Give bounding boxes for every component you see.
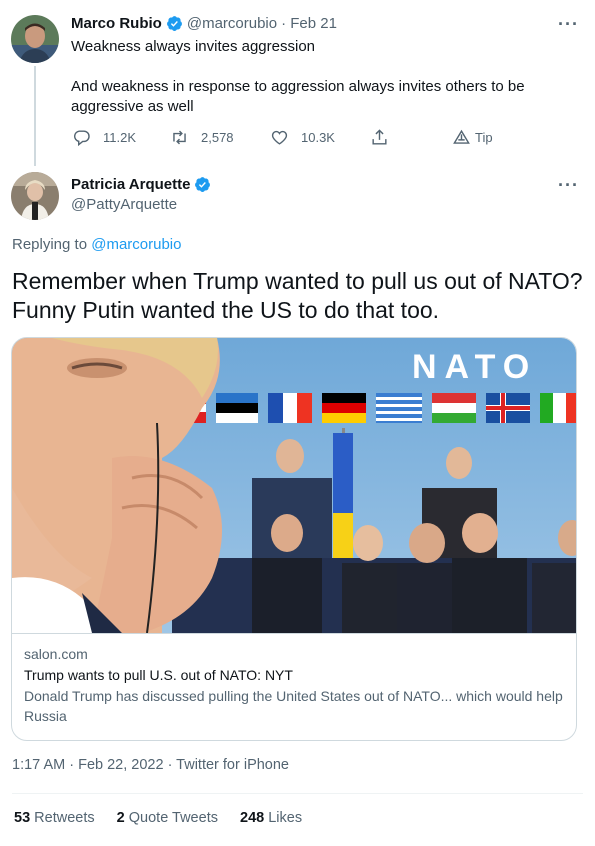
main-author-handle-row: @PattyArquette (71, 196, 177, 213)
thread-connector-line (34, 66, 36, 166)
tip-icon (453, 129, 470, 144)
divider (12, 793, 583, 794)
link-card[interactable]: NATO salon.com Trump wants to pull U.S. … (11, 337, 577, 741)
like-icon (271, 130, 288, 145)
parent-tweet-header: Marco Rubio @marcorubio · Feb 21 (71, 15, 337, 32)
parent-author-handle[interactable]: @marcorubio (187, 15, 277, 32)
like-button[interactable]: 10.3K (270, 128, 335, 147)
main-more-icon[interactable]: ··· (558, 175, 579, 196)
avatar-patricia-arquette[interactable] (11, 172, 59, 220)
replying-mention-link[interactable]: @marcorubio (91, 236, 181, 253)
tip-label: Tip (475, 130, 493, 145)
main-author-name[interactable]: Patricia Arquette (71, 176, 190, 193)
tweet-timestamp[interactable]: 1:17 AM · Feb 22, 2022 · Twitter for iPh… (12, 757, 289, 773)
reply-icon (73, 130, 90, 147)
link-card-meta[interactable]: salon.com Trump wants to pull U.S. out o… (12, 633, 576, 740)
tip-button[interactable]: Tip (452, 128, 493, 147)
replying-prefix: Replying to (12, 236, 88, 253)
parent-tweet-actions: 11.2K 2,578 10.3K Tip (70, 128, 510, 150)
replying-to: Replying to @marcorubio (12, 236, 181, 253)
retweet-icon (173, 130, 186, 145)
likes-stat[interactable]: 248 Likes (240, 810, 302, 826)
main-author-handle[interactable]: @PattyArquette (71, 196, 177, 213)
share-button[interactable] (370, 128, 401, 147)
parent-tweet-text: Weakness always invites aggression And w… (71, 38, 525, 115)
retweet-button[interactable]: 2,578 (170, 128, 234, 147)
main-tweet-text: Remember when Trump wanted to pull us ou… (12, 268, 583, 323)
parent-tweet-date[interactable]: · Feb 21 (281, 15, 337, 32)
quote-tweets-stat[interactable]: 2 Quote Tweets (117, 810, 218, 826)
avatar-marco-rubio[interactable] (11, 15, 59, 63)
link-card-image[interactable]: NATO (12, 338, 576, 633)
parent-author-name[interactable]: Marco Rubio (71, 15, 162, 32)
card-image-banner-text: NATO (412, 348, 537, 386)
retweets-stat[interactable]: 53 Retweets (14, 810, 95, 826)
main-tweet-header: Patricia Arquette (71, 176, 211, 193)
verified-badge-icon (195, 177, 211, 192)
parent-more-icon[interactable]: ··· (558, 14, 579, 35)
card-domain: salon.com (24, 646, 88, 662)
card-description: Donald Trump has discussed pulling the U… (24, 688, 563, 724)
card-title: Trump wants to pull U.S. out of NATO: NY… (24, 667, 293, 683)
retweet-count: 2,578 (201, 130, 234, 145)
reply-button[interactable]: 11.2K (72, 128, 136, 147)
tweet-stats: 53 Retweets 2 Quote Tweets 248 Likes (14, 810, 320, 826)
reply-count: 11.2K (103, 130, 137, 145)
verified-badge-icon (166, 16, 182, 31)
like-count: 10.3K (301, 130, 335, 145)
share-icon (372, 129, 387, 145)
